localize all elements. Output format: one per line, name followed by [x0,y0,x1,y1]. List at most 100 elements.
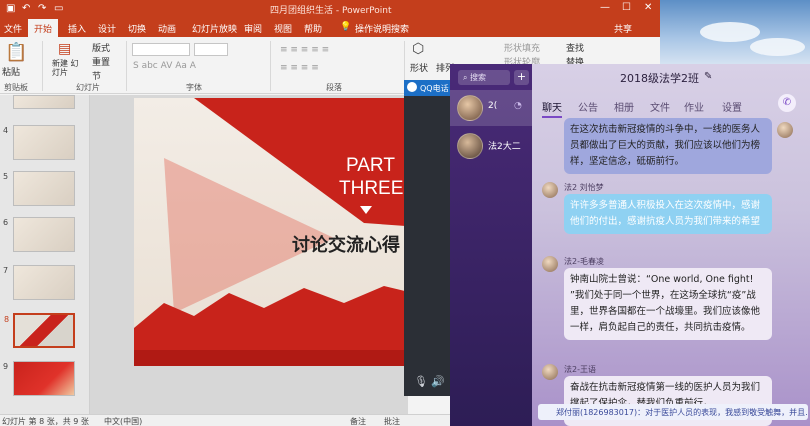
qq-call-header[interactable]: QQ电话 [404,80,450,96]
message-bubble[interactable]: 在这次抗击新冠疫情的斗争中，一线的医务人员都做出了巨大的贡献，我们应该以他们为榜… [564,118,772,174]
tab-home[interactable]: 开始 [28,19,59,37]
slide-number: 5 [3,172,9,181]
shape-button[interactable]: 形状 [410,61,428,74]
chat-header: 2018级法学2班 ✎ 聊天 公告 相册 文件 作业 设置 ✆ [532,64,810,118]
tab-files[interactable]: 文件 [650,99,670,114]
tab-file[interactable]: 文件 [4,22,22,35]
notes-button[interactable]: 备注 [350,416,366,426]
slide-thumbnails-pane: 4 5 6 7 8 9 [0,95,90,414]
qq-call-title: QQ电话 [420,84,449,93]
microphone-icon[interactable]: 🎙 [414,375,428,388]
tab-album[interactable]: 相册 [614,99,634,114]
new-message-notification[interactable]: 郑付丽(1826983017)：对于医护人员的表现，我感到敬受触舞，并且... [538,404,808,420]
find-button[interactable]: 查找 [566,41,584,54]
edit-icon[interactable]: ✎ [704,71,712,82]
tab-view[interactable]: 视图 [274,22,292,35]
slide-thumbnail[interactable]: 4 [3,125,75,160]
section-button[interactable]: 节 [92,69,101,82]
font-format-buttons[interactable]: S abc AV Aa A [133,61,196,71]
avatar [777,122,793,138]
speaker-icon[interactable]: 🔊 [431,375,445,388]
slide-thumbnail-active[interactable]: 8 [4,313,75,348]
avatar [457,133,483,159]
search-input[interactable]: ⌕ 搜索 [458,70,510,85]
divider [42,41,43,91]
slide-number: 4 [3,126,9,135]
slide-heading: 讨论交流心得 [292,235,400,256]
tab-homework[interactable]: 作业 [684,99,704,114]
lightbulb-icon: 💡 [340,22,352,32]
qq-group-window: ⌕ 搜索 + 2( ◔ 法2大二 2018级法学2班 ✎ 聊天 公告 相册 文件… [450,64,810,426]
close-icon[interactable]: ✕ [644,2,652,13]
shape-icon[interactable]: ⬡ [412,41,424,57]
new-slide-label: 新建 幻灯片 [52,59,79,77]
current-slide[interactable]: PART THREE 讨论交流心得 [134,98,434,366]
sender-name: 法2-王语 [564,365,596,374]
cloud-decoration [700,22,760,42]
start-from-beginning-icon[interactable]: ▭ [54,3,63,14]
slide-thumbnail[interactable]: 9 [3,361,75,396]
undo-icon[interactable]: ↶ [22,3,30,14]
redo-icon[interactable]: ↷ [38,3,46,14]
slide-thumbnail[interactable]: 7 [3,265,75,300]
shape-fill-button[interactable]: 形状填充 [504,41,540,54]
tab-chat[interactable]: 聊天 [542,99,562,118]
paragraph-buttons[interactable]: ≡ ≡ ≡ ≡ ≡ [280,45,329,55]
clipboard-group-label: 剪贴板 [4,83,28,92]
reset-button[interactable]: 重置 [92,55,110,68]
tab-announcement[interactable]: 公告 [578,99,598,114]
tab-transitions[interactable]: 切换 [128,22,146,35]
tab-insert[interactable]: 插入 [68,22,86,35]
chat-panel: 2018级法学2班 ✎ 聊天 公告 相册 文件 作业 设置 ✆ 在这次抗击新冠疫… [532,64,810,426]
tab-slideshow[interactable]: 幻灯片放映 [192,22,237,35]
maximize-icon[interactable]: ☐ [622,2,631,13]
slide-number: 6 [3,218,9,227]
tell-me-search[interactable]: 操作说明搜索 [355,22,409,35]
language-status[interactable]: 中文(中国) [104,416,142,426]
divider [270,41,271,91]
font-family-select[interactable] [132,43,190,56]
avatar [542,182,558,198]
save-icon[interactable]: ▣ [6,3,15,14]
phone-icon[interactable]: ✆ [778,94,796,112]
slide-editing-area: PART THREE 讨论交流心得 [90,95,434,414]
paragraph-group-label: 段落 [326,83,342,92]
conversation-item[interactable]: 法2大二 [450,128,532,164]
align-buttons[interactable]: ≡ ≡ ≡ ≡ [280,63,319,73]
tab-settings[interactable]: 设置 [722,99,742,114]
tab-animations[interactable]: 动画 [158,22,176,35]
avatar [457,95,483,121]
new-slide-icon[interactable]: ▤ [58,41,71,57]
conversation-list: ⌕ 搜索 + 2( ◔ 法2大二 [450,64,532,426]
slide-thumbnail[interactable] [13,95,75,109]
mute-icon: ◔ [514,101,522,111]
qq-logo-icon [407,82,417,92]
slide-counter: 幻灯片 第 8 张，共 9 张 [2,417,89,426]
message-bubble[interactable]: 许许多多普通人积极投入在这次疫情中，感谢他们的付出，感谢抗疫人员为我们带来的希望 [564,194,772,234]
layout-button[interactable]: 版式 [92,41,110,54]
desktop-background [660,0,810,70]
tab-design[interactable]: 设计 [98,22,116,35]
avatar [542,364,558,380]
tab-help[interactable]: 帮助 [304,22,322,35]
title-bar: ▣ ↶ ↷ ▭ 四月团组织生活 - PowerPoint — ☐ ✕ [0,0,660,19]
slide-number: 7 [3,266,9,275]
minimize-icon[interactable]: — [600,2,610,13]
message-bubble[interactable]: 钟南山院士曾说：“One world, One fight! ”我们处于同一个世… [564,268,772,340]
sender-name: 法2 刘怡梦 [564,183,604,192]
divider [126,41,127,91]
slide-thumbnail[interactable]: 6 [3,217,75,252]
font-size-select[interactable] [194,43,228,56]
avatar [542,256,558,272]
add-icon[interactable]: + [514,70,529,85]
share-button[interactable]: 共享 [614,22,632,35]
comments-button[interactable]: 批注 [384,416,400,426]
qq-call-panel: QQ电话 🎙 🔊 [404,80,450,396]
group-name[interactable]: 2018级法学2班 [620,70,699,86]
slide-thumbnail[interactable]: 5 [3,171,75,206]
conversation-item[interactable]: 2( ◔ [450,90,532,126]
paste-icon[interactable]: 📋 [5,42,27,63]
conversation-name: 2( [488,101,498,111]
search-placeholder: 搜索 [470,73,487,82]
tab-review[interactable]: 审阅 [244,22,262,35]
